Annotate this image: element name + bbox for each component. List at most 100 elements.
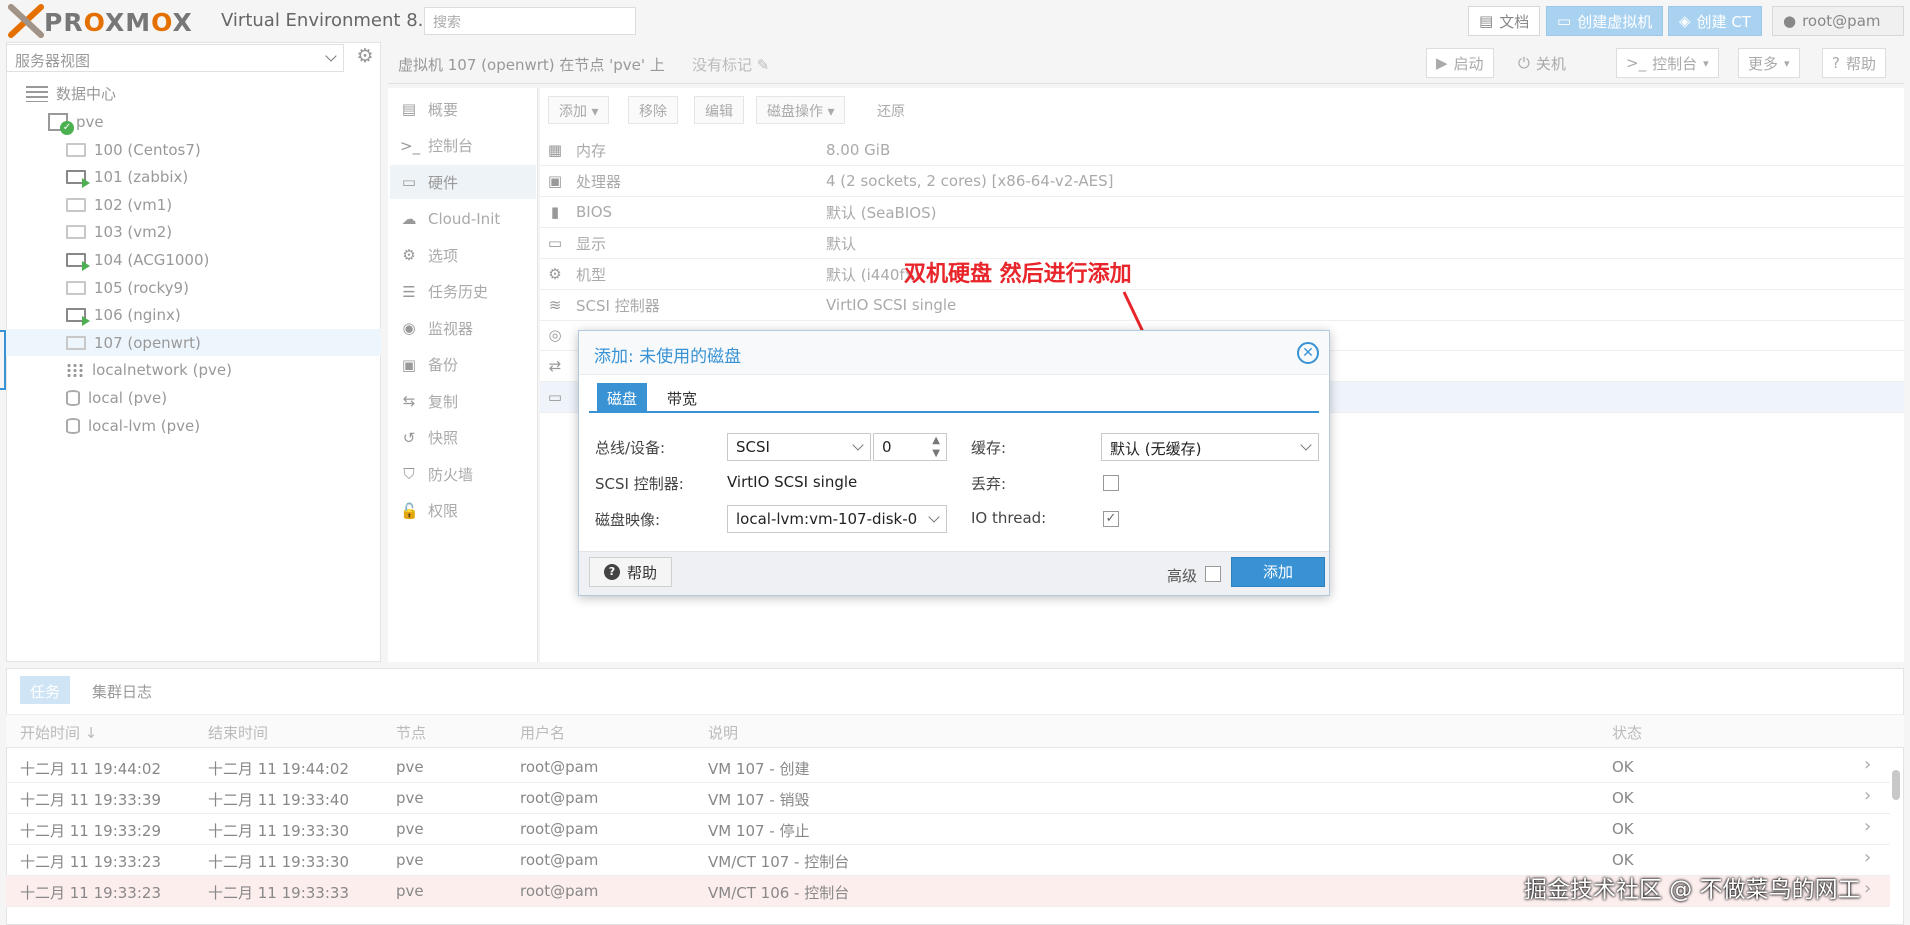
help-button[interactable]: ? 帮助 bbox=[1822, 48, 1886, 78]
chevron-right-icon[interactable]: › bbox=[1864, 878, 1871, 899]
tree-item-vm[interactable]: 106 (nginx) bbox=[6, 302, 381, 329]
product-version: Virtual Environment 8.4.0 bbox=[221, 10, 452, 31]
dialog-help-button[interactable]: ? 帮助 bbox=[589, 557, 673, 587]
nav-item[interactable]: ▤ 概要 bbox=[390, 92, 536, 126]
user-menu-button[interactable]: ● root@pam bbox=[1772, 6, 1904, 36]
chevron-right-icon[interactable]: › bbox=[1864, 785, 1871, 806]
cache-select[interactable]: 默认 (无缓存) bbox=[1101, 433, 1319, 461]
chevron-right-icon[interactable]: › bbox=[1864, 847, 1871, 868]
create-vm-button[interactable]: ▭ 创建虚拟机 bbox=[1546, 6, 1664, 36]
hardware-row[interactable]: ▭ 显示 默认 bbox=[540, 228, 1904, 259]
discard-checkbox[interactable] bbox=[1103, 475, 1119, 491]
chevron-right-icon[interactable]: › bbox=[1864, 754, 1871, 775]
nav-item[interactable]: 🔓 权限 bbox=[390, 494, 536, 528]
task-row[interactable]: 十二月 11 19:33:29 十二月 11 19:33:30 pve root@pa… bbox=[6, 814, 1890, 845]
task-cell-user: root@pam bbox=[520, 820, 599, 838]
nav-item[interactable]: ⇆ 复制 bbox=[390, 384, 536, 418]
start-button[interactable]: ▶ 启动 bbox=[1426, 48, 1494, 78]
gear-icon[interactable]: ⚙ bbox=[352, 45, 378, 71]
task-cell-start: 十二月 11 19:33:29 bbox=[20, 822, 161, 840]
chevron-down-icon bbox=[325, 50, 337, 62]
console-button[interactable]: >_ 控制台 ▾ bbox=[1616, 48, 1719, 78]
disk-image-select[interactable]: local-lvm:vm-107-disk-0 bbox=[727, 505, 947, 533]
docs-button[interactable]: ▤ 文档 bbox=[1468, 6, 1541, 36]
hw-revert-button[interactable]: 还原 bbox=[866, 96, 916, 124]
add-button[interactable]: 添加 bbox=[1231, 557, 1325, 587]
no-tags-label[interactable]: 没有标记 ✎ bbox=[692, 54, 769, 75]
nav-item[interactable]: ▣ 备份 bbox=[390, 348, 536, 382]
hardware-name: 显示 bbox=[576, 234, 607, 253]
nav-item[interactable]: ↺ 快照 bbox=[390, 421, 536, 455]
server-view-select[interactable]: 服务器视图 bbox=[6, 44, 344, 72]
tab-tasks[interactable]: 任务 bbox=[20, 676, 71, 704]
create-ct-button[interactable]: ◈ 创建 CT bbox=[1668, 6, 1762, 36]
task-cell-start: 十二月 11 19:33:23 bbox=[20, 884, 161, 902]
retweet-icon: ⇆ bbox=[402, 392, 416, 410]
tree-item-label: local-lvm (pve) bbox=[88, 416, 201, 435]
splitter-handle[interactable] bbox=[0, 330, 6, 390]
tree-item-datacenter[interactable]: 数据中心 bbox=[6, 80, 381, 107]
close-icon[interactable]: ✕ bbox=[1297, 342, 1319, 364]
no-tags-text: 没有标记 bbox=[692, 56, 753, 74]
task-cell-start: 十二月 11 19:33:23 bbox=[20, 853, 161, 871]
tree-item-network[interactable]: localnetwork (pve) bbox=[6, 357, 381, 384]
col-status[interactable]: 状态 bbox=[1612, 722, 1642, 743]
task-row[interactable]: 十二月 11 19:33:39 十二月 11 19:33:40 pve root@pa… bbox=[6, 783, 1890, 814]
tree-item-node[interactable]: pve bbox=[6, 108, 381, 135]
datacenter-icon bbox=[26, 85, 48, 102]
tab-disk[interactable]: 磁盘 bbox=[597, 383, 648, 411]
col-description[interactable]: 说明 bbox=[708, 722, 738, 743]
tab-bandwidth[interactable]: 带宽 bbox=[657, 383, 707, 411]
hardware-row[interactable]: ▦ 内存 8.00 GiB bbox=[540, 135, 1904, 166]
hw-edit-button[interactable]: 编辑 bbox=[694, 96, 744, 124]
question-circle-icon: ? bbox=[1832, 54, 1840, 72]
tree-item-vm[interactable]: 103 (vm2) bbox=[6, 219, 381, 246]
nav-item[interactable]: ⚙ 选项 bbox=[390, 238, 536, 272]
sort-down-icon: ↓ bbox=[84, 724, 98, 742]
nav-item-label: 监视器 bbox=[428, 319, 474, 338]
device-number-spinner[interactable]: 0 ▲ ▼ bbox=[873, 433, 947, 461]
nav-item[interactable]: ⛉ 防火墙 bbox=[390, 457, 536, 491]
tree-item-vm[interactable]: 107 (openwrt) bbox=[6, 329, 381, 357]
console-label: 控制台 bbox=[1652, 54, 1698, 73]
nav-item[interactable]: ☰ 任务历史 bbox=[390, 275, 536, 309]
node-online-icon bbox=[48, 112, 74, 135]
hardware-name: BIOS bbox=[576, 203, 613, 221]
tree-item-vm[interactable]: 101 (zabbix) bbox=[6, 164, 381, 191]
hardware-row[interactable]: ▣ 处理器 4 (2 sockets, 2 cores) [x86-64-v2-AE… bbox=[540, 166, 1904, 197]
tree-item-vm[interactable]: 104 (ACG1000) bbox=[6, 246, 381, 273]
nav-item[interactable]: >_ 控制台 bbox=[390, 129, 536, 163]
advanced-label: 高级 bbox=[1167, 567, 1198, 585]
hw-remove-button[interactable]: 移除 bbox=[628, 96, 678, 124]
gear-icon: ⚙ bbox=[402, 246, 416, 264]
tree-item-vm[interactable]: 105 (rocky9) bbox=[6, 274, 381, 301]
tab-cluster-log[interactable]: 集群日志 bbox=[82, 676, 162, 704]
play-icon: ▶ bbox=[1436, 54, 1448, 72]
nav-item[interactable]: ◉ 监视器 bbox=[390, 311, 536, 345]
nav-item[interactable]: ☁ Cloud-Init bbox=[390, 202, 536, 236]
hw-add-button[interactable]: 添加 ▾ bbox=[548, 96, 610, 124]
tree-item-storage[interactable]: local (pve) bbox=[6, 384, 381, 411]
chevron-right-icon[interactable]: › bbox=[1864, 816, 1871, 837]
more-button[interactable]: 更多 ▾ bbox=[1738, 48, 1800, 78]
nav-item[interactable]: ▭ 硬件 bbox=[390, 165, 536, 199]
col-user[interactable]: 用户名 bbox=[520, 722, 565, 743]
col-start-time[interactable]: 开始时间 ↓ bbox=[20, 722, 97, 743]
nav-item-label: 概要 bbox=[428, 100, 459, 119]
shutdown-button[interactable]: ⏻ 关机 bbox=[1508, 48, 1576, 78]
hardware-row[interactable]: ▮ BIOS 默认 (SeaBIOS) bbox=[540, 197, 1904, 228]
col-end-time[interactable]: 结束时间 bbox=[208, 722, 268, 743]
search-input[interactable]: 搜索 bbox=[424, 7, 636, 35]
hw-disk-action-button[interactable]: 磁盘操作 ▾ bbox=[756, 96, 846, 124]
col-node[interactable]: 节点 bbox=[396, 722, 426, 743]
io-thread-checkbox[interactable]: ✓ bbox=[1103, 511, 1119, 527]
tree-item-vm[interactable]: 100 (Centos7) bbox=[6, 136, 381, 163]
bus-select[interactable]: SCSI bbox=[727, 433, 871, 461]
tree-item-storage[interactable]: local-lvm (pve) bbox=[6, 412, 381, 439]
advanced-checkbox[interactable] bbox=[1205, 566, 1221, 582]
task-cell-node: pve bbox=[396, 820, 424, 838]
tree-item-vm[interactable]: 102 (vm1) bbox=[6, 191, 381, 218]
task-row[interactable]: 十二月 11 19:44:02 十二月 11 19:44:02 pve root@pa… bbox=[6, 752, 1890, 783]
task-cell-desc: VM 107 - 停止 bbox=[708, 822, 810, 840]
log-scrollbar[interactable] bbox=[1892, 770, 1900, 800]
